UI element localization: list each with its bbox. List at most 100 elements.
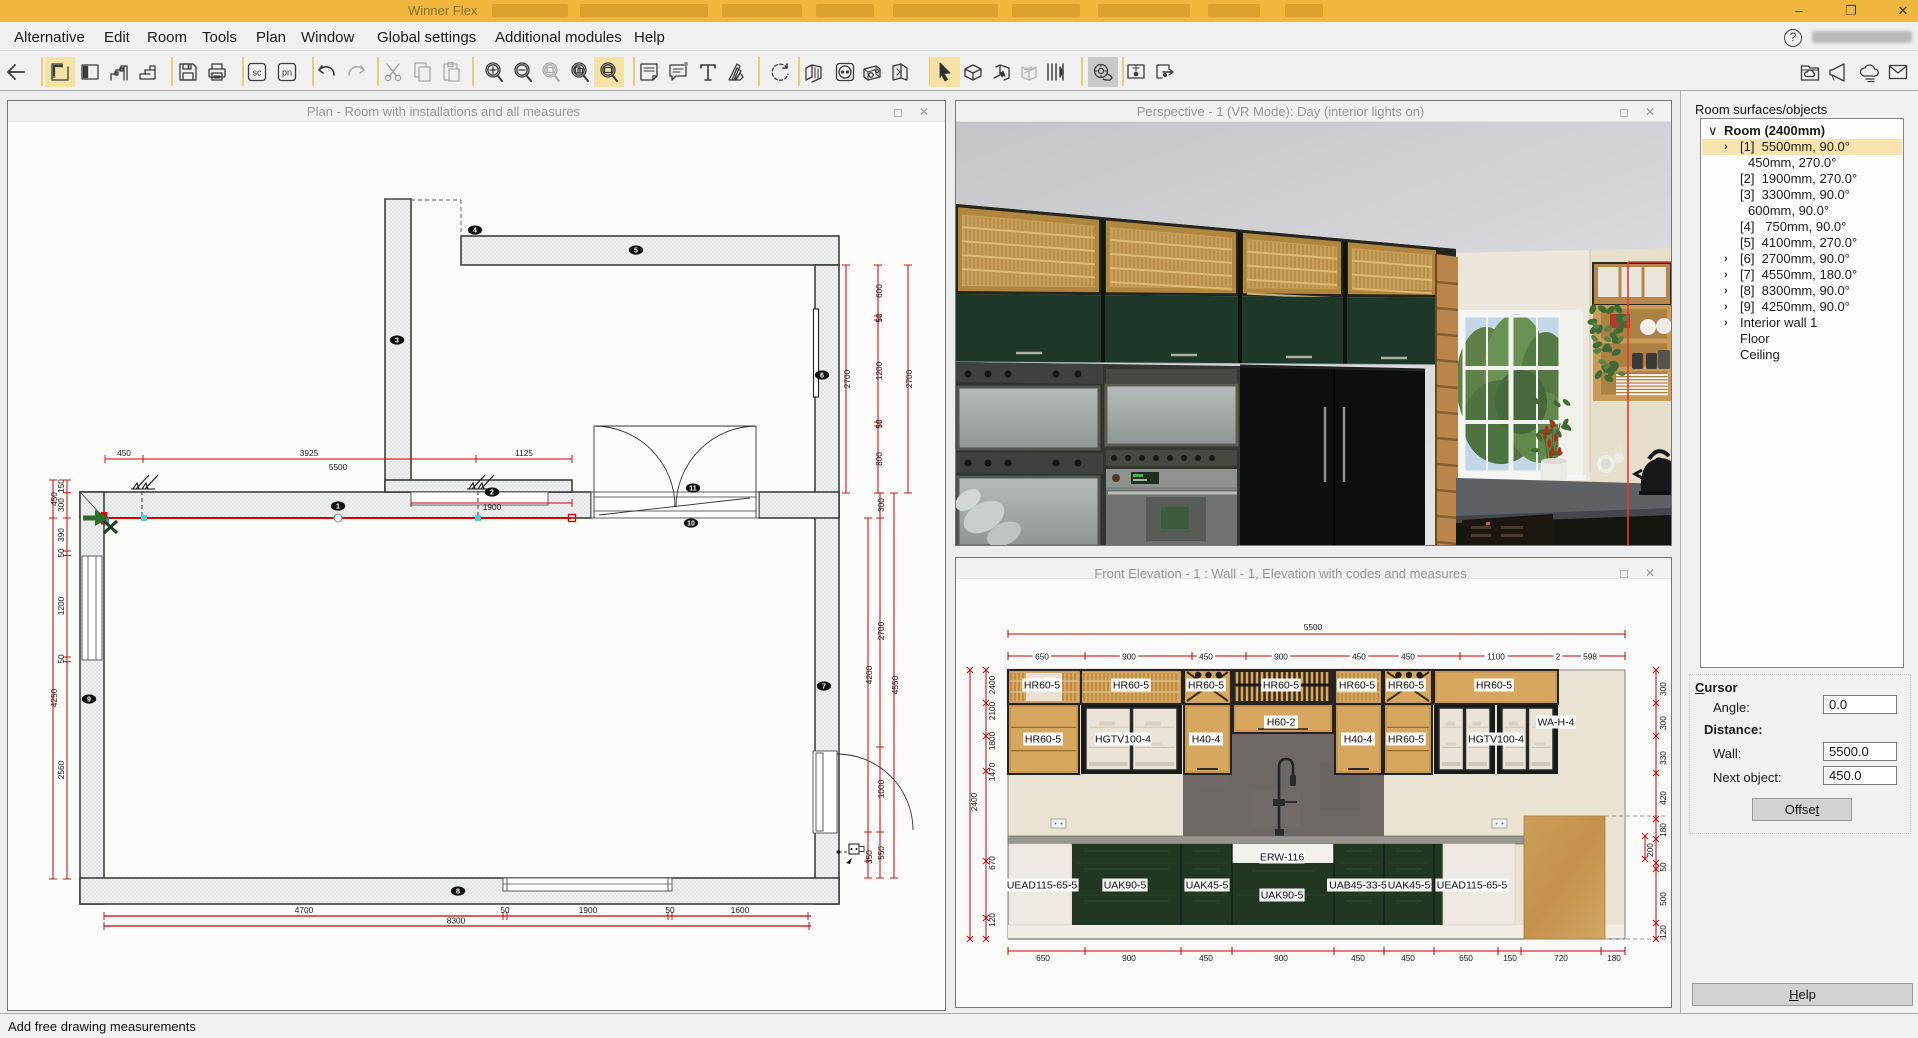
svg-text:ERW-116: ERW-116 xyxy=(1260,852,1305,864)
svg-text:1100: 1100 xyxy=(1487,652,1505,662)
svg-text:2700: 2700 xyxy=(842,369,852,388)
svg-text:420: 420 xyxy=(1658,791,1668,805)
svg-text:4250: 4250 xyxy=(49,688,59,707)
svg-text:HR60-5: HR60-5 xyxy=(1024,680,1060,692)
svg-text:450: 450 xyxy=(1199,652,1213,662)
svg-text:450: 450 xyxy=(1401,652,1415,662)
svg-text:900: 900 xyxy=(1274,652,1288,662)
svg-text:4200: 4200 xyxy=(864,665,874,684)
svg-text:120: 120 xyxy=(987,913,997,927)
svg-text:sc: sc xyxy=(253,68,263,78)
svg-text:2100: 2100 xyxy=(987,701,997,720)
svg-text:1125: 1125 xyxy=(515,448,533,458)
svg-text:HR60-5: HR60-5 xyxy=(1263,680,1299,692)
svg-text:pn: pn xyxy=(282,68,292,78)
svg-text:1000: 1000 xyxy=(876,779,886,798)
svg-text:50: 50 xyxy=(874,419,884,429)
svg-text:UEAD115-65-5: UEAD115-65-5 xyxy=(1007,880,1078,892)
svg-text:UAK90-5: UAK90-5 xyxy=(1104,880,1147,892)
svg-text:450: 450 xyxy=(117,448,131,458)
svg-text:1900: 1900 xyxy=(483,502,502,512)
svg-text:50: 50 xyxy=(56,654,66,664)
svg-text:330: 330 xyxy=(1658,751,1668,765)
svg-text:7: 7 xyxy=(822,684,826,691)
svg-text:390: 390 xyxy=(56,528,66,542)
svg-text:1800: 1800 xyxy=(987,731,997,750)
svg-text:2560: 2560 xyxy=(56,760,66,779)
svg-text:HR60-5: HR60-5 xyxy=(1188,680,1224,692)
svg-text:900: 900 xyxy=(1274,953,1288,963)
svg-text:900: 900 xyxy=(1122,953,1136,963)
svg-text:5500: 5500 xyxy=(329,462,348,472)
svg-text:4700: 4700 xyxy=(295,905,314,915)
svg-text:550: 550 xyxy=(876,846,886,860)
svg-text:HR60-5: HR60-5 xyxy=(1113,680,1149,692)
svg-text:598: 598 xyxy=(1583,652,1597,662)
svg-text:2: 2 xyxy=(1556,652,1561,662)
svg-text:450: 450 xyxy=(1199,953,1213,963)
svg-text:UAK45-5: UAK45-5 xyxy=(1388,880,1431,892)
svg-text:1200: 1200 xyxy=(56,596,66,615)
svg-text:1600: 1600 xyxy=(731,905,750,915)
svg-text:2700: 2700 xyxy=(904,369,914,388)
svg-text:H40-4: H40-4 xyxy=(1192,734,1221,746)
svg-text:10: 10 xyxy=(687,521,695,528)
svg-text:650: 650 xyxy=(1459,953,1473,963)
svg-text:1200: 1200 xyxy=(874,361,884,380)
svg-text:200: 200 xyxy=(1645,843,1655,857)
svg-text:120: 120 xyxy=(1658,925,1668,939)
svg-text:50: 50 xyxy=(1658,862,1668,872)
svg-text:450: 450 xyxy=(1351,953,1365,963)
svg-text:500: 500 xyxy=(1658,892,1668,906)
svg-text:300: 300 xyxy=(56,498,66,512)
svg-text:2400: 2400 xyxy=(969,792,979,811)
svg-text:HGTV100-4: HGTV100-4 xyxy=(1095,734,1151,746)
svg-text:HR60-5: HR60-5 xyxy=(1388,680,1424,692)
svg-text:UAB45-33-5: UAB45-33-5 xyxy=(1329,880,1387,892)
svg-text:650: 650 xyxy=(1035,652,1049,662)
svg-text:180: 180 xyxy=(1658,823,1668,837)
svg-text:HR60-5: HR60-5 xyxy=(1388,734,1424,746)
svg-text:150: 150 xyxy=(1503,953,1517,963)
svg-text:5500: 5500 xyxy=(1304,622,1323,632)
svg-text:9: 9 xyxy=(87,697,91,704)
svg-text:HR60-5: HR60-5 xyxy=(1476,680,1512,692)
svg-text:3925: 3925 xyxy=(300,448,319,458)
svg-text:11: 11 xyxy=(689,486,697,493)
svg-text:300: 300 xyxy=(1658,682,1668,696)
svg-text:5: 5 xyxy=(634,248,638,255)
svg-text:HR60-5: HR60-5 xyxy=(1025,734,1061,746)
svg-text:350: 350 xyxy=(864,850,874,864)
svg-text:2400: 2400 xyxy=(987,675,997,694)
svg-text:300: 300 xyxy=(876,498,886,512)
svg-text:300: 300 xyxy=(1658,716,1668,730)
svg-text:900: 900 xyxy=(1122,652,1136,662)
svg-text:H40-4: H40-4 xyxy=(1344,734,1373,746)
svg-text:WA-H-4: WA-H-4 xyxy=(1538,717,1575,729)
svg-text:UAK45-5: UAK45-5 xyxy=(1186,880,1229,892)
svg-text:H60-2: H60-2 xyxy=(1267,717,1296,729)
svg-text:650: 650 xyxy=(1036,953,1050,963)
svg-text:8: 8 xyxy=(456,889,460,896)
svg-text:4550: 4550 xyxy=(890,675,900,694)
svg-text:50: 50 xyxy=(500,905,510,915)
svg-text:1: 1 xyxy=(336,504,340,511)
svg-text:450: 450 xyxy=(1401,953,1415,963)
svg-text:HR60-5: HR60-5 xyxy=(1339,680,1375,692)
svg-text:720: 720 xyxy=(1554,953,1568,963)
svg-text:800: 800 xyxy=(874,452,884,466)
svg-text:HGTV100-4: HGTV100-4 xyxy=(1468,734,1524,746)
svg-text:600: 600 xyxy=(874,284,884,298)
svg-text:150: 150 xyxy=(56,479,66,493)
svg-text:2700: 2700 xyxy=(876,621,886,640)
svg-text:670: 670 xyxy=(987,856,997,870)
svg-text:1900: 1900 xyxy=(579,905,598,915)
svg-text:3: 3 xyxy=(395,338,399,345)
svg-text:4: 4 xyxy=(473,228,477,235)
svg-text:50: 50 xyxy=(874,313,884,323)
svg-text:180: 180 xyxy=(1607,953,1621,963)
svg-text:50: 50 xyxy=(665,905,675,915)
svg-text:UEAD115-65-5: UEAD115-65-5 xyxy=(1437,880,1508,892)
svg-text:50: 50 xyxy=(56,548,66,558)
svg-text:2: 2 xyxy=(490,490,494,497)
